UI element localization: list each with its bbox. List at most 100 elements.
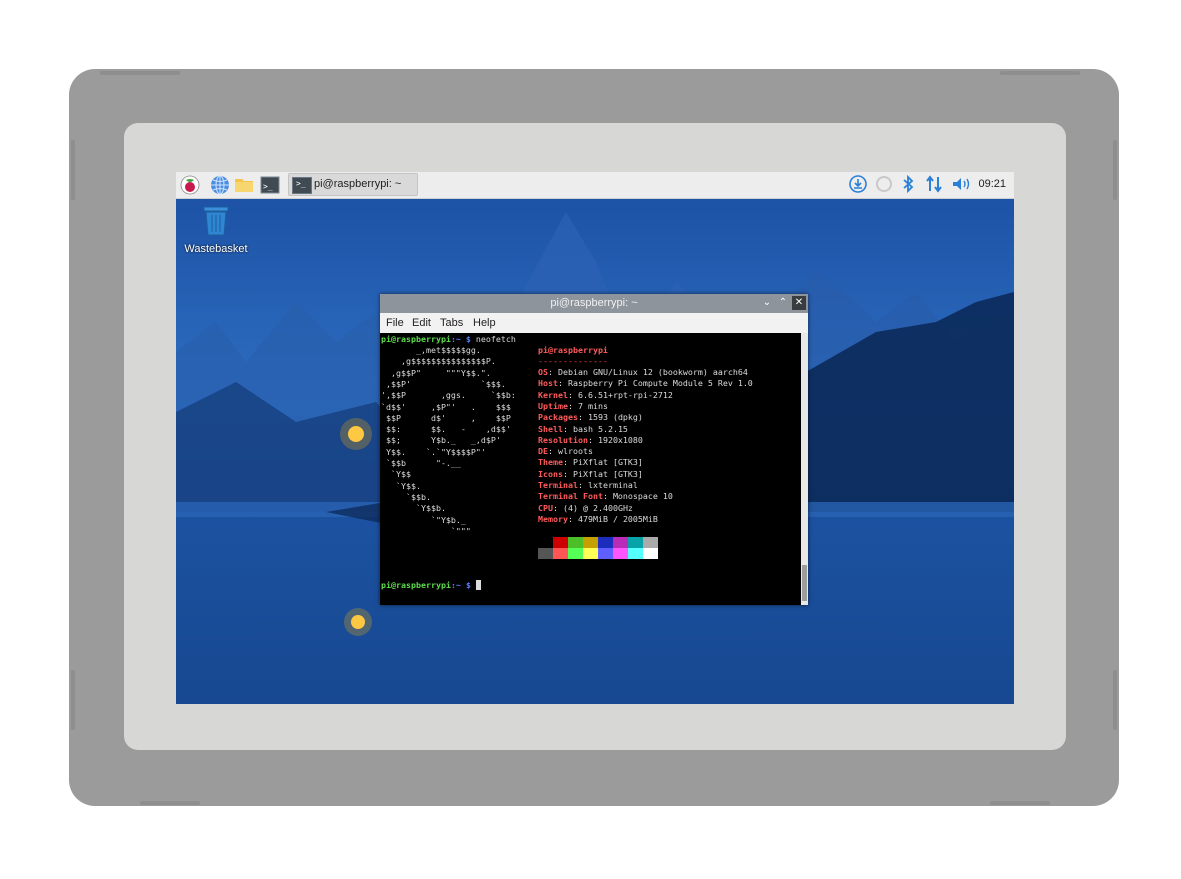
info-key: Terminal: [538, 480, 578, 490]
info-value: 479MiB / 2005MiB: [577, 513, 658, 524]
terminal-icon[interactable]: >_: [260, 175, 280, 195]
info-value: Debian GNU/Linux 12 (bookworm) aarch64: [558, 367, 748, 377]
color-swatch: [628, 537, 643, 548]
wastebasket-icon: [203, 206, 229, 236]
logo-line: `""": [381, 525, 471, 536]
info-value: PiXflat [GTK3]: [572, 468, 643, 479]
info-row: CPU: (4) @ 2.400GHz: [538, 502, 633, 513]
scrollbar[interactable]: [801, 333, 808, 605]
info-value: Raspberry Pi Compute Module 5 Rev 1.0: [567, 378, 753, 389]
info-row: Kernel: 6.6.51+rpt-rpi-2712: [538, 389, 673, 400]
info-row: Host: Raspberry Pi Compute Module 5 Rev …: [538, 378, 753, 389]
logo-line: `Y$$: [381, 469, 411, 480]
bezel-notch: [1000, 71, 1080, 75]
info-value: 6.6.51+rpt-rpi-2712: [577, 389, 673, 400]
info-value: 7 mins: [577, 400, 608, 411]
bluetooth-icon[interactable]: [901, 175, 915, 193]
logo-line: ,g$$$$$$$$$$$$$$$P.: [381, 356, 496, 367]
bezel-notch: [140, 801, 200, 805]
info-value: lxterminal: [587, 480, 638, 490]
menu-file[interactable]: File: [386, 317, 404, 329]
color-swatch: [568, 537, 583, 548]
command-line: pi@raspberrypi:~ $ neofetch: [381, 334, 516, 345]
bezel-notch: [990, 801, 1050, 805]
info-key: Theme: [538, 457, 563, 468]
color-swatch: [583, 548, 598, 559]
sync-icon[interactable]: [875, 175, 893, 193]
bezel-notch: [1113, 670, 1117, 730]
logo-line: ',$$P ,ggs. `$$b:: [381, 390, 516, 401]
info-key: DE: [538, 446, 548, 457]
taskbar-terminal-window-button[interactable]: >_ pi@raspberrypi: ~: [288, 173, 418, 196]
terminal-output[interactable]: pi@raspberrypi:~ $ neofetch _,met$$$$$gg…: [380, 333, 801, 605]
scrollbar-thumb[interactable]: [802, 565, 807, 601]
menu-tabs[interactable]: Tabs: [440, 317, 463, 329]
volume-icon[interactable]: [951, 175, 973, 193]
info-value: bash 5.2.15: [572, 423, 628, 434]
logo-line: `"Y$b._: [381, 514, 466, 525]
network-arrows-icon[interactable]: [925, 175, 943, 193]
bezel-notch: [100, 71, 180, 75]
maximize-button[interactable]: ⌃: [776, 296, 790, 310]
text-cursor: [475, 580, 481, 590]
color-swatch: [613, 548, 628, 559]
final-prompt-line: pi@raspberrypi:~ $: [381, 580, 481, 591]
info-row: Terminal Font: Monospace 10: [538, 491, 673, 502]
info-key: Resolution: [538, 434, 588, 445]
desktop-screen: >_ >_ pi@raspberrypi: ~ 09:21 Wastebaske…: [176, 172, 1014, 704]
raspberry-menu-icon[interactable]: [180, 175, 200, 195]
logo-line: ,g$$P" """Y$$.".: [381, 367, 491, 378]
info-key: Icons: [538, 468, 563, 479]
info-row: Terminal: lxterminal: [538, 480, 638, 490]
info-key: Memory: [538, 513, 568, 524]
color-swatch: [598, 537, 613, 548]
info-value: 1593 (dpkg): [587, 412, 643, 423]
svg-text:>_: >_: [263, 182, 273, 191]
download-icon[interactable]: [849, 175, 867, 193]
color-swatch: [643, 548, 658, 559]
menu-edit[interactable]: Edit: [412, 317, 431, 329]
terminal-window[interactable]: pi@raspberrypi: ~ ⌄ ⌃ ✕ File Edit Tabs H…: [380, 294, 808, 605]
logo-line: _,met$$$$$gg.: [381, 345, 481, 355]
bezel-notch: [71, 670, 75, 730]
color-swatch: [643, 537, 658, 548]
color-swatch: [538, 537, 553, 548]
logo-line: $$P d$' , $$P: [381, 412, 511, 423]
window-title: pi@raspberrypi: ~: [550, 297, 638, 309]
info-row: OS: Debian GNU/Linux 12 (bookworm) aarch…: [538, 367, 748, 377]
logo-line: `$$b.: [381, 491, 431, 502]
info-key: Packages: [538, 412, 578, 423]
color-swatch: [553, 548, 568, 559]
info-row: Shell: bash 5.2.15: [538, 423, 628, 434]
info-row: Packages: 1593 (dpkg): [538, 412, 643, 423]
color-swatch: [598, 548, 613, 559]
info-row: Uptime: 7 mins: [538, 400, 608, 411]
info-row: Theme: PiXflat [GTK3]: [538, 457, 643, 468]
info-key: Uptime: [538, 400, 568, 411]
info-key: OS: [538, 367, 548, 377]
info-value: PiXflat [GTK3]: [572, 457, 643, 468]
prompt-separator: :~ $: [450, 580, 476, 590]
info-value: (4) @ 2.400GHz: [563, 502, 633, 513]
logo-line: $$: $$. - ,d$$': [381, 424, 511, 435]
browser-globe-icon[interactable]: [210, 175, 230, 195]
info-row: Resolution: 1920x1080: [538, 434, 643, 445]
info-value: Monospace 10: [612, 491, 673, 502]
terminal-icon: >_: [292, 177, 312, 194]
info-row: Memory: 479MiB / 2005MiB: [538, 513, 658, 524]
window-title-bar[interactable]: pi@raspberrypi: ~ ⌄ ⌃ ✕: [380, 294, 808, 313]
info-value: 1920x1080: [597, 434, 643, 445]
clock[interactable]: 09:21: [978, 178, 1006, 190]
taskbar: >_ >_ pi@raspberrypi: ~ 09:21: [176, 172, 1014, 199]
bezel-notch: [71, 140, 75, 200]
desktop-icon-label: Wastebasket: [184, 243, 248, 255]
close-button[interactable]: ✕: [792, 296, 806, 310]
color-palette-row-normal: [538, 537, 658, 548]
prompt-user: pi@raspberrypi: [381, 334, 451, 344]
logo-line: `Y$$b.: [381, 503, 446, 514]
desktop-icon-wastebasket[interactable]: Wastebasket: [180, 205, 252, 255]
minimize-button[interactable]: ⌄: [760, 296, 774, 310]
menu-help[interactable]: Help: [473, 317, 496, 329]
file-manager-folder-icon[interactable]: [234, 175, 254, 195]
color-palette-row-bright: [538, 548, 658, 559]
